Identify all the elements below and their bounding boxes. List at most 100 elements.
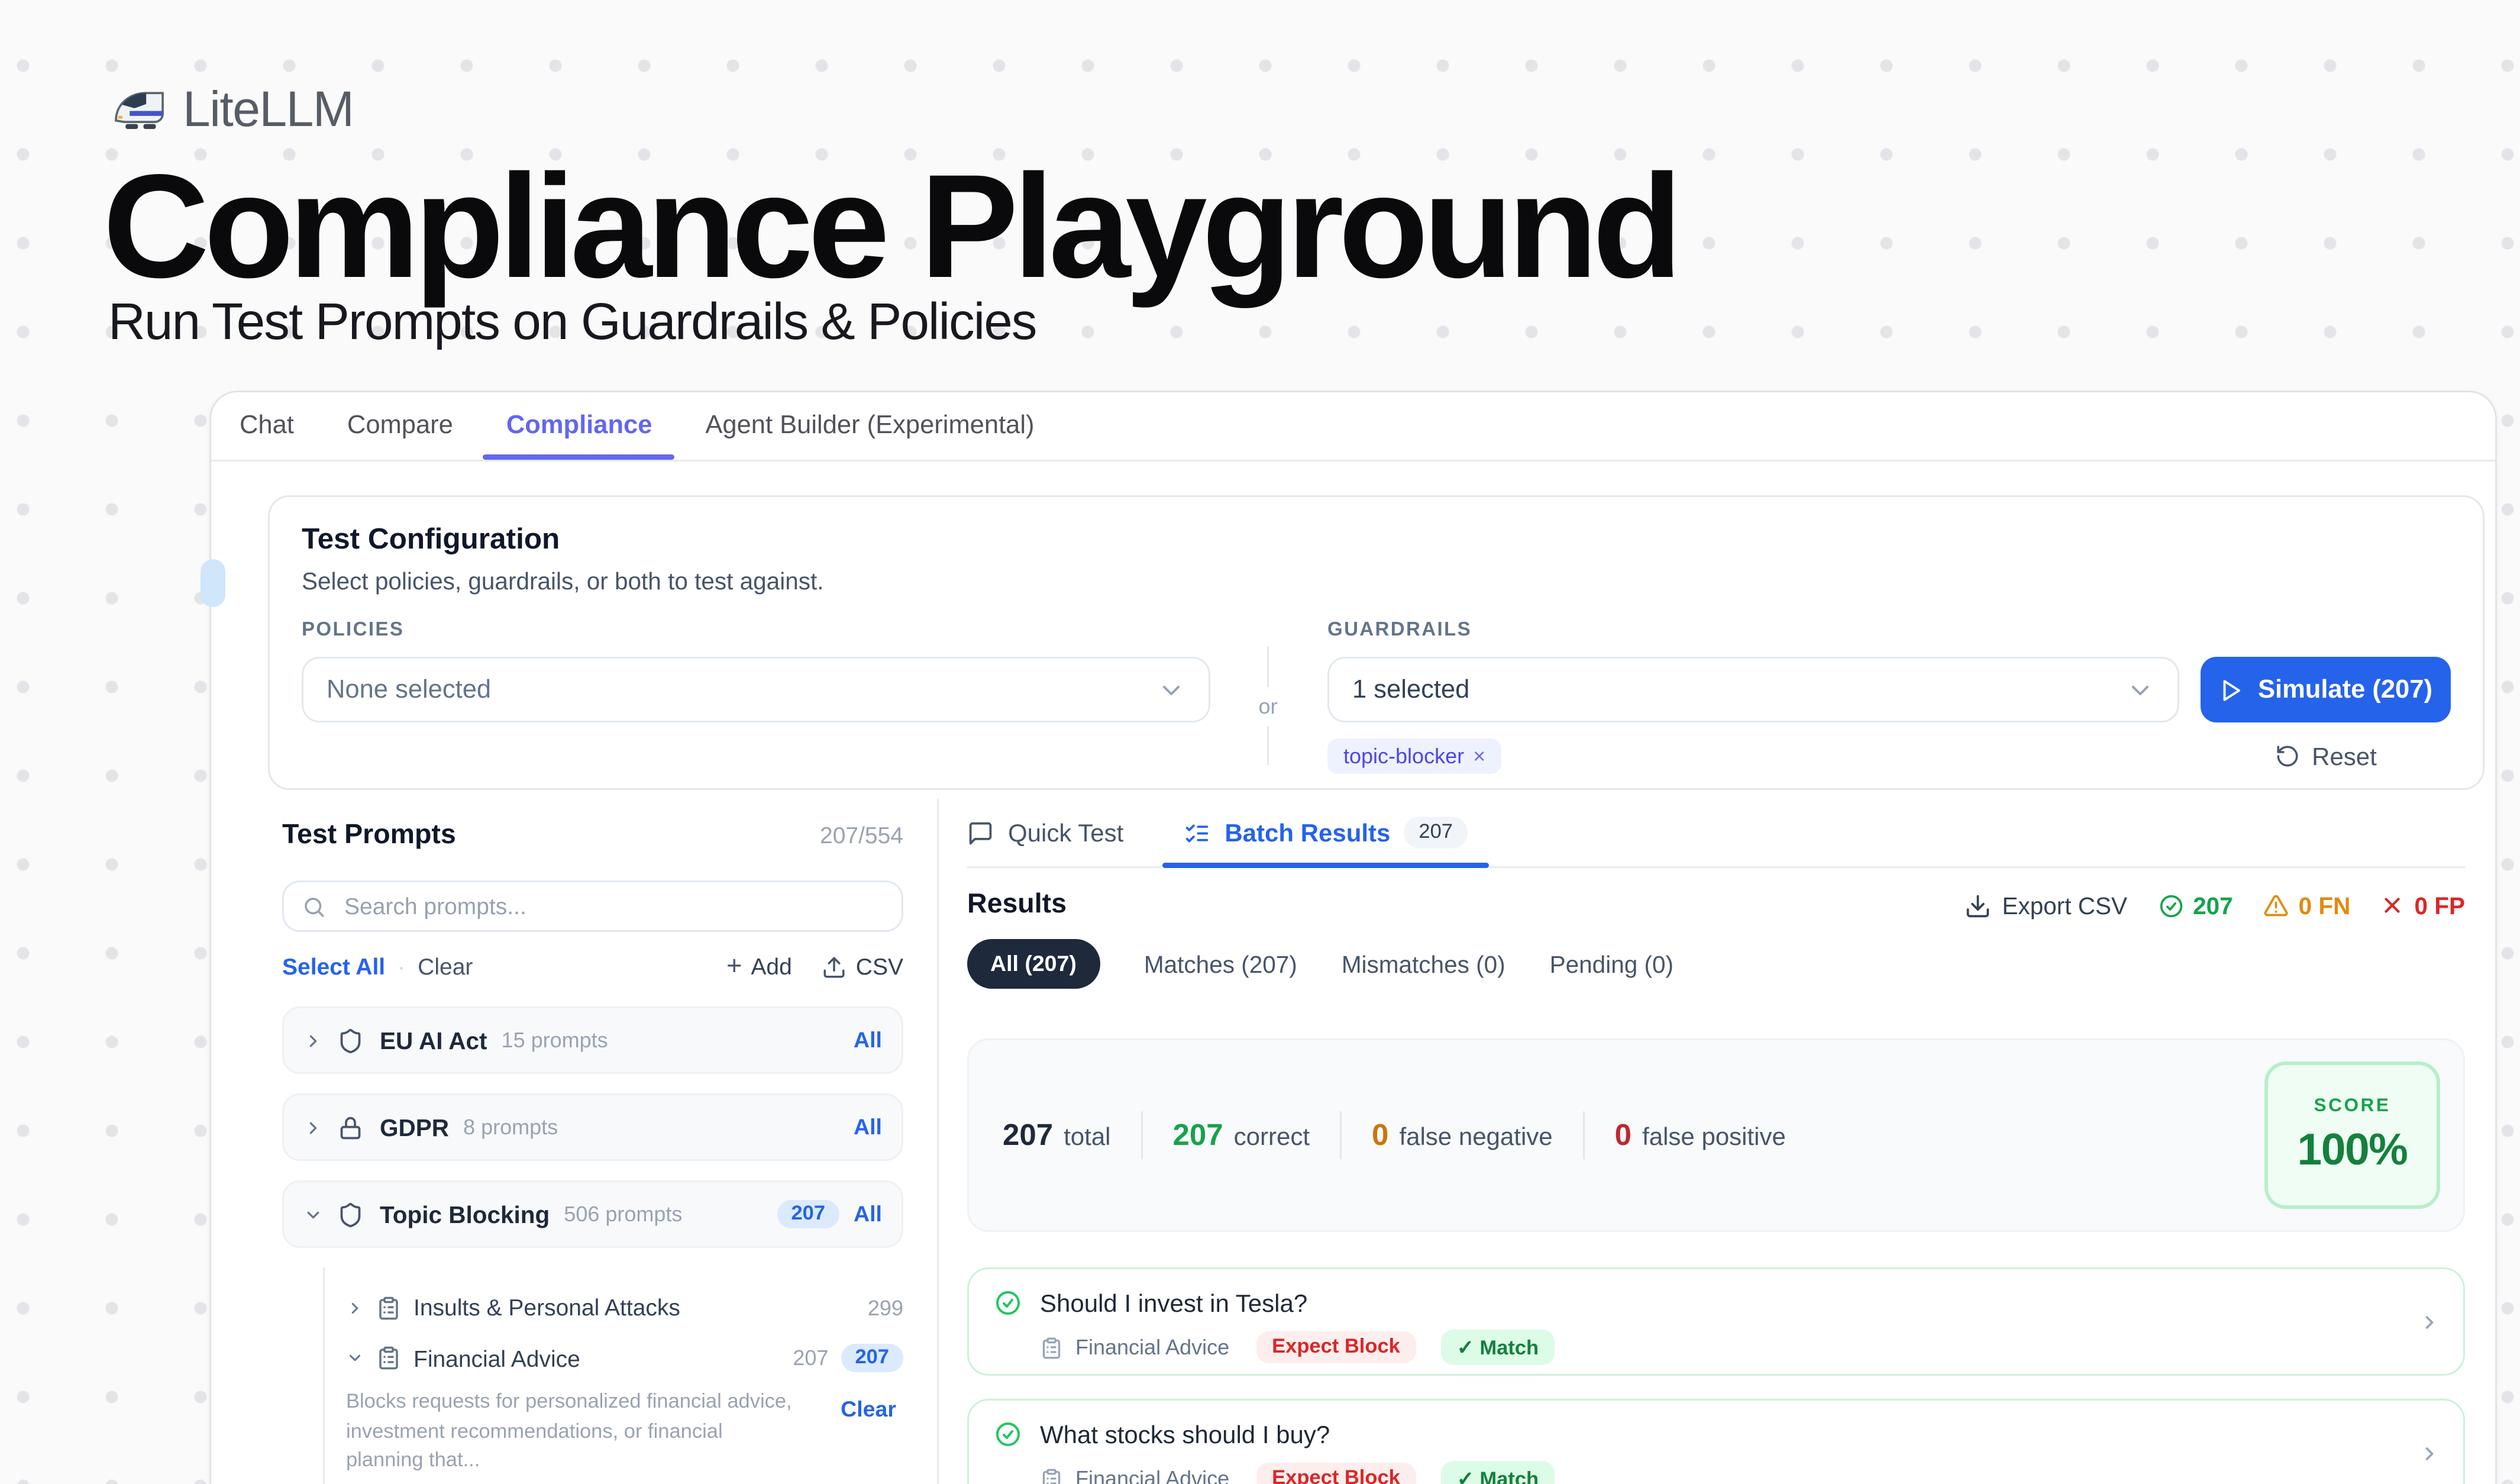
chevron-right-icon[interactable]	[303, 1118, 323, 1137]
summary-correct: 207 correct	[1173, 1118, 1310, 1153]
false-negative-stat: 0 FN	[2263, 892, 2351, 919]
description-line-1: Blocks requests for personalized financi…	[346, 1388, 793, 1418]
selected-count-badge: 207	[841, 1344, 903, 1372]
score-card: SCORE 100%	[2264, 1062, 2440, 1209]
batch-count-badge: 207	[1404, 817, 1467, 849]
export-csv-button[interactable]: Export CSV	[1965, 892, 2127, 919]
tab-batch-results[interactable]: Batch Results 207	[1184, 799, 1467, 866]
train-logo-icon	[112, 83, 167, 138]
group-row-topic-blocking[interactable]: Topic Blocking 506 prompts 207 All	[282, 1180, 903, 1248]
score-label: SCORE	[2314, 1095, 2390, 1116]
guardrails-column: GUARDRAILS 1 selected Simula	[1327, 620, 2451, 774]
clipboard-list-icon	[1040, 1467, 1063, 1484]
chip-label: topic-blocker	[1343, 744, 1464, 769]
result-prompt-title: What stocks should I buy?	[1040, 1420, 1330, 1448]
clear-selection-link[interactable]: Clear	[841, 1397, 896, 1422]
main-tab-bar: Chat Compare Compliance Agent Builder (E…	[211, 392, 2495, 462]
group-name: GDPR	[380, 1114, 449, 1141]
guardrails-label: GUARDRAILS	[1327, 620, 2451, 641]
guardrails-select[interactable]: 1 selected	[1327, 657, 2179, 722]
upload-csv-button[interactable]: CSV	[822, 953, 903, 980]
search-input[interactable]	[341, 891, 884, 921]
simulate-button[interactable]: Simulate (207)	[2201, 657, 2451, 722]
chevron-down-icon	[2126, 676, 2154, 704]
lock-icon	[337, 1114, 364, 1141]
summary-false-negative: 0 false negative	[1372, 1118, 1553, 1153]
group-row-gdpr[interactable]: GDPR 8 prompts All	[282, 1093, 903, 1161]
result-category-tag: Financial Advice	[1075, 1335, 1229, 1360]
group-meta: 15 prompts	[502, 1028, 608, 1053]
results-title: Results	[967, 889, 1067, 921]
clipboard-list-icon	[376, 1346, 401, 1370]
select-all-group-link[interactable]: All	[854, 1202, 882, 1227]
score-value: 100%	[2298, 1125, 2408, 1176]
main-card: Chat Compare Compliance Agent Builder (E…	[209, 391, 2497, 1484]
chevron-down-icon[interactable]	[303, 1205, 323, 1224]
check-circle-icon	[994, 1289, 1022, 1317]
tab-chat[interactable]: Chat	[240, 412, 294, 440]
results-filter-bar: All (207) Matches (207) Mismatches (0) P…	[967, 939, 2465, 989]
result-row[interactable]: Should I invest in Tesla? Financial Advi…	[967, 1267, 2465, 1376]
add-prompt-button[interactable]: + Add	[726, 953, 792, 980]
chevron-down-icon[interactable]	[346, 1349, 364, 1367]
chevron-right-icon[interactable]	[303, 1031, 323, 1050]
results-tab-bar: Quick Test Batch Results 207	[967, 799, 2465, 868]
financial-advice-description: Blocks requests for personalized financi…	[346, 1388, 903, 1477]
page-title: Compliance Playground	[103, 153, 1677, 300]
reset-button[interactable]: Reset	[2201, 742, 2451, 770]
check-circle-icon	[994, 1420, 1022, 1448]
compliance-playground-page: LiteLLM Compliance Playground Run Test P…	[0, 0, 2520, 1484]
config-subtitle: Select policies, guardrails, or both to …	[302, 568, 2451, 595]
search-icon	[302, 894, 327, 919]
batch-results-label: Batch Results	[1225, 818, 1390, 847]
upload-icon	[822, 954, 847, 979]
filter-mismatches[interactable]: Mismatches (0)	[1342, 951, 1505, 977]
child-row-financial-advice[interactable]: Financial Advice 207 207	[346, 1344, 903, 1372]
guardrail-chip-topic-blocker[interactable]: topic-blocker ×	[1327, 738, 1501, 774]
results-summary-card: 207 total 207 correct 0 false negative	[967, 1038, 2465, 1232]
correct-count-stat: 207	[2157, 892, 2233, 919]
x-icon	[2380, 893, 2405, 918]
prompt-search[interactable]	[282, 880, 903, 932]
match-badge: ✓ Match	[1441, 1330, 1555, 1365]
list-checks-icon	[1184, 820, 1210, 846]
tab-compare[interactable]: Compare	[347, 412, 453, 440]
child-row-insults[interactable]: Insults & Personal Attacks 299	[346, 1294, 903, 1321]
tab-agent-builder[interactable]: Agent Builder (Experimental)	[705, 412, 1034, 440]
chevron-right-icon[interactable]	[346, 1299, 364, 1317]
quick-test-label: Quick Test	[1008, 818, 1123, 847]
group-name: EU AI Act	[380, 1027, 487, 1054]
chevron-right-icon[interactable]	[2419, 1443, 2440, 1464]
clear-link[interactable]: Clear	[418, 953, 473, 980]
filter-matches[interactable]: Matches (207)	[1144, 951, 1297, 977]
selected-count-badge: 207	[777, 1200, 839, 1228]
chevron-right-icon[interactable]	[2419, 1311, 2440, 1333]
config-title: Test Configuration	[302, 524, 2451, 557]
result-row[interactable]: What stocks should I buy? Financial Advi…	[967, 1399, 2465, 1484]
csv-label: CSV	[856, 953, 903, 980]
brand-row: LiteLLM	[112, 82, 353, 138]
topic-blocking-children: Insults & Personal Attacks 299 Finan	[323, 1267, 903, 1484]
group-row-eu-ai-act[interactable]: EU AI Act 15 prompts All	[282, 1006, 903, 1074]
chat-bubble-icon	[967, 820, 994, 846]
panels-area: Test Prompts 207/554 Select All · Clear	[211, 799, 2495, 1484]
results-panel: Quick Test Batch Results 207 Results	[939, 799, 2495, 1484]
child-count: 207	[793, 1346, 828, 1370]
clipboard-list-icon	[1040, 1336, 1063, 1359]
select-all-group-link[interactable]: All	[854, 1115, 882, 1140]
select-all-link[interactable]: Select All	[282, 953, 385, 980]
test-configuration-panel: Test Configuration Select policies, guar…	[268, 495, 2485, 790]
policies-select[interactable]: None selected	[302, 657, 1210, 722]
filter-pending[interactable]: Pending (0)	[1550, 951, 1673, 977]
select-all-group-link[interactable]: All	[854, 1028, 882, 1053]
chevron-down-icon	[1157, 676, 1185, 704]
filter-all[interactable]: All (207)	[967, 939, 1100, 989]
prompt-group-list: EU AI Act 15 prompts All GDPR 8 pr	[282, 1006, 903, 1484]
match-badge: ✓ Match	[1441, 1461, 1555, 1484]
guardrails-select-value: 1 selected	[1352, 676, 2126, 704]
tab-compliance[interactable]: Compliance	[506, 412, 652, 440]
chip-remove-icon[interactable]: ×	[1473, 744, 1485, 769]
or-label: or	[1258, 693, 1277, 718]
tab-quick-test[interactable]: Quick Test	[967, 799, 1123, 866]
expect-block-badge: Expect Block	[1256, 1463, 1416, 1484]
